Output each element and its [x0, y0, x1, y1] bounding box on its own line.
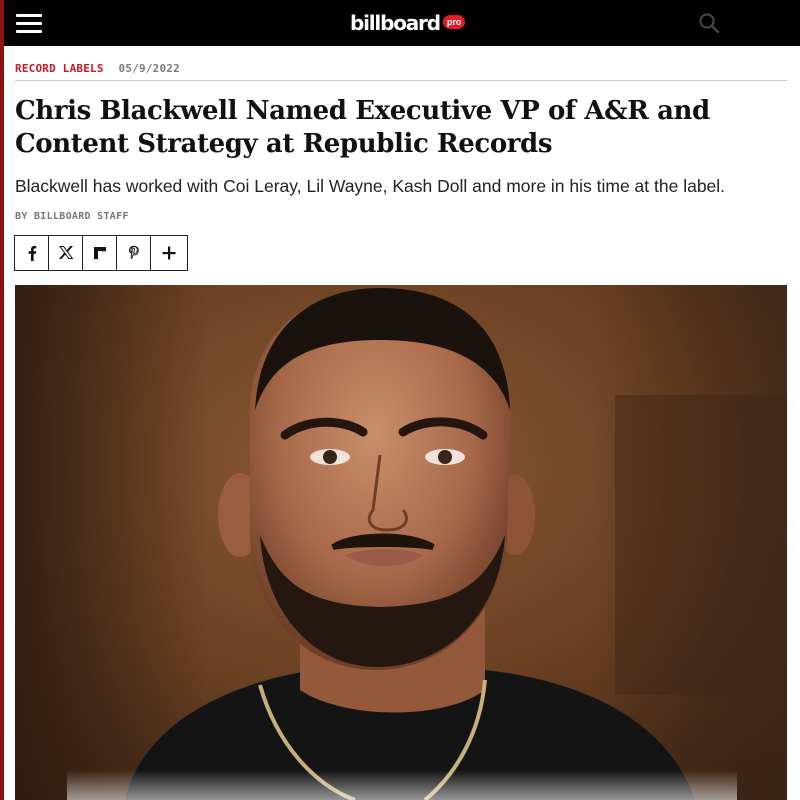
- article-dek: Blackwell has worked with Coi Leray, Lil…: [15, 176, 726, 196]
- left-accent-rule: [0, 0, 4, 800]
- pinterest-share-button[interactable]: [117, 236, 151, 270]
- logo-text: billboard: [350, 11, 441, 35]
- plus-icon: [162, 246, 176, 260]
- x-share-button[interactable]: [49, 236, 83, 270]
- article-headline: Chris Blackwell Named Executive VP of A&…: [15, 96, 710, 159]
- top-navigation-bar: billboard pro: [4, 0, 800, 46]
- category-link[interactable]: RECORD LABELS: [15, 62, 104, 75]
- flipboard-share-button[interactable]: [83, 236, 117, 270]
- billboard-pro-logo[interactable]: billboard pro: [350, 8, 466, 38]
- portrait-photo: [15, 285, 787, 800]
- x-twitter-icon: [58, 246, 73, 259]
- share-bar: [14, 235, 188, 271]
- pinterest-icon: [128, 245, 139, 259]
- hamburger-menu-icon[interactable]: [16, 13, 42, 34]
- article-hero-photo[interactable]: [15, 285, 787, 800]
- publish-date: 05/9/2022: [118, 62, 180, 75]
- more-share-button[interactable]: [151, 236, 187, 270]
- article-meta: RECORD LABELS 05/9/2022: [15, 62, 787, 81]
- byline: BY BILLBOARD STAFF: [15, 211, 129, 222]
- flipboard-icon: [93, 247, 106, 259]
- facebook-share-button[interactable]: [15, 236, 49, 270]
- search-icon[interactable]: [698, 12, 720, 34]
- logo-pro-badge: pro: [442, 15, 466, 29]
- facebook-icon: [28, 246, 36, 261]
